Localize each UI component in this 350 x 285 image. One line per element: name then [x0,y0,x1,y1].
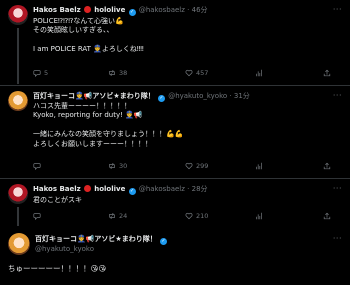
thread-line [17,207,19,226]
avatar[interactable] [8,233,30,255]
handle[interactable]: @hakosbaelz [139,185,185,193]
like-icon [185,163,193,170]
like-icon [185,213,193,220]
verified-icon: ✓ [159,238,167,245]
retweet-button[interactable]: 24 [108,212,127,221]
share-icon [323,69,331,77]
tweet-text: ハコス先輩ーーーー！！！！！ Kyoko, reporting for duty… [33,102,184,148]
tweet-1[interactable]: Hakos Baelz hololive ✓ @hakosbaelz · 46分… [0,0,350,85]
retweet-icon [109,70,115,77]
avatar[interactable] [8,184,28,204]
retweet-count: 38 [119,69,128,77]
timestamp[interactable]: 28分 [192,185,208,193]
verified-icon: ✓ [128,9,136,16]
more-icon[interactable]: ··· [333,5,342,16]
share-button[interactable] [323,162,331,170]
like-count: 299 [196,162,209,170]
avatar[interactable] [8,91,28,111]
separator-dot: · [187,6,190,14]
brand-label: hololive [94,6,126,14]
views-icon [256,69,262,77]
tweet-header: Hakos Baelz hololive ✓ @hakosbaelz · 28分 [33,185,208,195]
display-name[interactable]: 百灯キョーコ👮📢アソビ★まわり隊！ [35,235,157,243]
tweet-3[interactable]: Hakos Baelz hololive ✓ @hakosbaelz · 28分… [0,179,350,226]
views-button[interactable] [255,212,263,220]
display-name[interactable]: 百灯キョーコ👮📢アソビ★まわり隊！ [33,92,155,100]
views-icon [256,162,262,170]
retweet-count: 30 [119,162,128,170]
share-button[interactable] [323,69,331,77]
tweet-actions: 24 210 [33,212,338,222]
brand-label: hololive [94,185,126,193]
tweet-2[interactable]: 百灯キョーコ👮📢アソビ★まわり隊！ ✓ @hyakuto_kyoko · 31分… [0,86,350,178]
verified-icon: ✓ [157,95,165,102]
reply-button[interactable] [33,212,41,220]
tweet-header: 百灯キョーコ👮📢アソビ★まわり隊！ ✓ [35,235,168,245]
share-button[interactable] [323,212,331,220]
views-button[interactable] [255,69,263,77]
views-icon [256,212,262,220]
tweet-text: ちゅーーーーー！！！！😘😘 [8,264,107,273]
reply-icon [33,70,41,78]
tweet-handle-row: @hyakuto_kyoko [35,245,94,254]
like-count: 457 [196,69,209,77]
display-name[interactable]: Hakos Baelz [33,6,81,14]
reply-button[interactable] [33,162,41,170]
retweet-icon [109,213,115,220]
views-button[interactable] [255,162,263,170]
timestamp[interactable]: 31分 [234,92,250,100]
handle[interactable]: @hakosbaelz [139,6,185,14]
separator-dot: · [229,92,232,100]
tweet-actions: 30 299 [33,162,338,172]
handle[interactable]: @hyakuto_kyoko [168,92,227,100]
reply-icon [33,163,41,170]
tweet-header: Hakos Baelz hololive ✓ @hakosbaelz · 46分 [33,6,208,16]
tweet-4-focused[interactable]: 百灯キョーコ👮📢アソビ★まわり隊！ ✓ @hyakuto_kyoko ··· ち… [0,228,350,285]
like-icon [185,70,193,77]
verified-icon: ✓ [128,188,136,195]
like-button[interactable]: 457 [185,69,208,78]
tweet-text: 君のことがスキ [33,196,82,204]
reply-button[interactable]: 5 [33,69,48,78]
hololive-badge-icon [83,6,91,13]
thread-line [17,28,19,84]
tweet-actions: 5 38 457 [33,69,338,79]
display-name[interactable]: Hakos Baelz [33,185,81,193]
tweet-text: POLICE⁉⁉⁉なんて心強い💪 その笑顔眩しいすぎる、、 I am POLIC… [33,17,144,54]
share-icon [323,212,331,220]
avatar[interactable] [8,5,28,25]
retweet-button[interactable]: 30 [108,162,127,171]
retweet-count: 24 [119,212,128,220]
more-icon[interactable]: ··· [333,184,342,195]
more-icon[interactable]: ··· [333,234,342,245]
share-icon [323,162,331,170]
reply-count: 5 [44,69,49,77]
like-button[interactable]: 299 [185,162,208,171]
tweet-header: 百灯キョーコ👮📢アソビ★まわり隊！ ✓ @hyakuto_kyoko · 31分 [33,92,250,102]
like-count: 210 [196,212,209,220]
handle[interactable]: @hyakuto_kyoko [35,245,94,253]
reply-icon [33,213,41,220]
more-icon[interactable]: ··· [333,91,342,102]
retweet-icon [109,163,115,170]
hololive-badge-icon [83,185,91,192]
timestamp[interactable]: 46分 [192,6,208,14]
retweet-button[interactable]: 38 [108,69,127,78]
like-button[interactable]: 210 [185,212,208,221]
separator-dot: · [187,185,190,193]
